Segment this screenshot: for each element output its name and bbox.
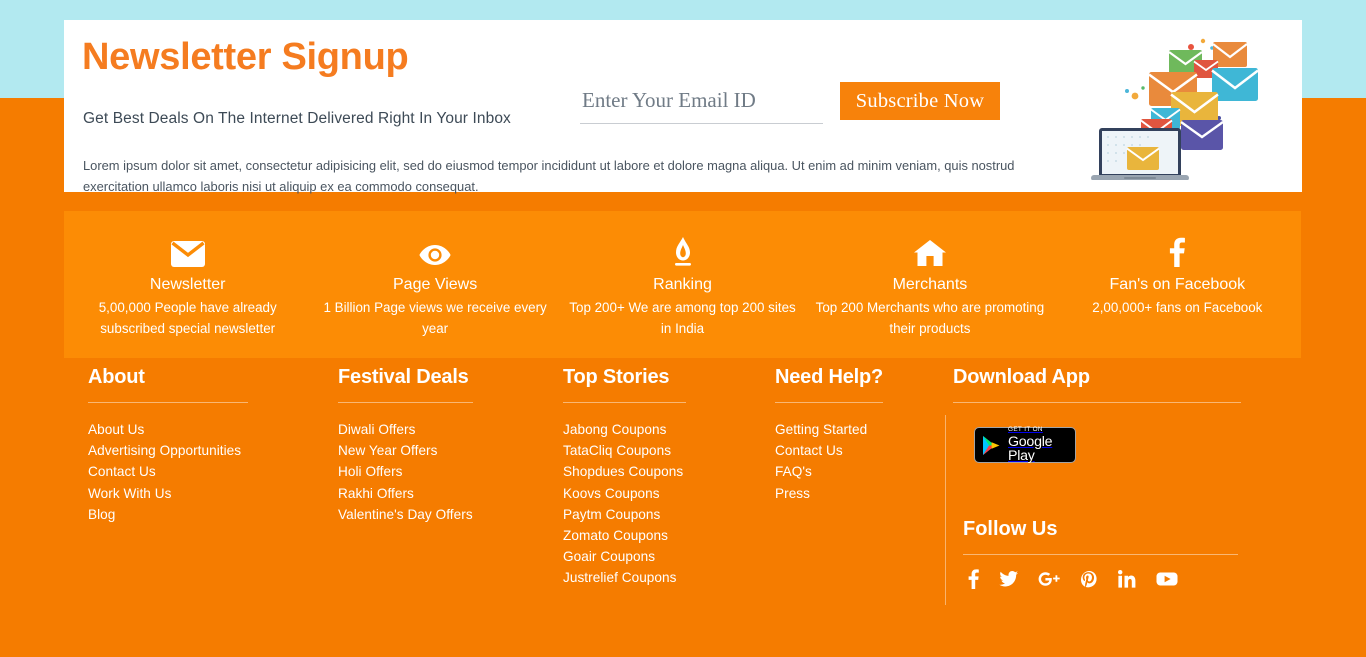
footer: About About Us Advertising Opportunities… <box>0 366 1366 657</box>
stat-title: Newsletter <box>68 275 307 295</box>
footer-link-koovs-coupons[interactable]: Koovs Coupons <box>563 483 758 504</box>
laptop-with-flying-envelopes-illustration <box>1091 30 1291 180</box>
google-plus-icon[interactable] <box>1038 571 1061 587</box>
footer-column-download-app: Download App <box>953 366 1253 419</box>
footer-link-tatacliq-coupons[interactable]: TataCliq Coupons <box>563 440 758 461</box>
home-icon <box>810 237 1049 267</box>
google-play-get-it-on-label: GET IT ON <box>1008 427 1068 433</box>
footer-column-about: About About Us Advertising Opportunities… <box>88 366 318 525</box>
footer-link-zomato-coupons[interactable]: Zomato Coupons <box>563 525 758 546</box>
footer-link-holi-offers[interactable]: Holi Offers <box>338 461 543 482</box>
google-play-label: Google Play <box>1008 435 1068 463</box>
google-play-badge[interactable]: GET IT ON Google Play <box>974 427 1076 463</box>
stat-item-merchants: Merchants Top 200 Merchants who are prom… <box>806 211 1053 358</box>
footer-link-justrelief-coupons[interactable]: Justrelief Coupons <box>563 567 758 588</box>
footer-column-title: Festival Deals <box>338 366 543 402</box>
footer-link-contact-us-help[interactable]: Contact Us <box>775 440 925 461</box>
divider <box>953 402 1241 403</box>
divider <box>963 554 1238 555</box>
stat-item-page-views: Page Views 1 Billion Page views we recei… <box>311 211 558 358</box>
divider <box>88 402 248 403</box>
stat-description: 2,00,000+ fans on Facebook <box>1058 298 1297 319</box>
stat-description: Top 200 Merchants who are promoting thei… <box>810 298 1049 340</box>
stat-item-ranking: Ranking Top 200+ We are among top 200 si… <box>559 211 806 358</box>
footer-link-getting-started[interactable]: Getting Started <box>775 419 925 440</box>
footer-column-title: Top Stories <box>563 366 758 402</box>
divider <box>563 402 686 403</box>
footer-column-top-stories: Top Stories Jabong Coupons TataCliq Coup… <box>563 366 758 589</box>
footer-link-new-year-offers[interactable]: New Year Offers <box>338 440 543 461</box>
facebook-icon <box>1058 237 1297 267</box>
footer-link-blog[interactable]: Blog <box>88 504 318 525</box>
stat-description: 1 Billion Page views we receive every ye… <box>315 298 554 340</box>
flame-icon <box>563 237 802 267</box>
stat-title: Page Views <box>315 275 554 295</box>
stat-title: Merchants <box>810 275 1049 295</box>
stat-item-facebook-fans: Fan's on Facebook 2,00,000+ fans on Face… <box>1054 211 1301 358</box>
youtube-icon[interactable] <box>1156 571 1178 587</box>
page-title: Newsletter Signup <box>82 38 408 78</box>
footer-column-need-help: Need Help? Getting Started Contact Us FA… <box>775 366 925 504</box>
footer-link-contact-us[interactable]: Contact Us <box>88 461 318 482</box>
stat-title: Fan's on Facebook <box>1058 275 1297 295</box>
pinterest-icon[interactable] <box>1081 571 1098 588</box>
footer-link-goair-coupons[interactable]: Goair Coupons <box>563 546 758 567</box>
footer-link-about-us[interactable]: About Us <box>88 419 318 440</box>
follow-us-title: Follow Us <box>963 518 1255 554</box>
footer-link-jabong-coupons[interactable]: Jabong Coupons <box>563 419 758 440</box>
footer-column-title: Need Help? <box>775 366 925 402</box>
stat-description: Top 200+ We are among top 200 sites in I… <box>563 298 802 340</box>
footer-link-diwali-offers[interactable]: Diwali Offers <box>338 419 543 440</box>
stat-item-newsletter: Newsletter 5,00,000 People have already … <box>64 211 311 358</box>
stat-title: Ranking <box>563 275 802 295</box>
google-play-text: GET IT ON Google Play <box>1008 427 1068 463</box>
email-input[interactable] <box>580 82 823 124</box>
google-play-triangle-icon <box>982 435 1001 456</box>
download-column-divider <box>945 415 946 605</box>
eye-icon <box>315 237 554 267</box>
subscribe-button[interactable]: Subscribe Now <box>840 82 1000 120</box>
footer-column-festival-deals: Festival Deals Diwali Offers New Year Of… <box>338 366 543 525</box>
footer-link-advertising[interactable]: Advertising Opportunities <box>88 440 318 461</box>
stat-description: 5,00,000 People have already subscribed … <box>68 298 307 340</box>
newsletter-subtitle: Get Best Deals On The Internet Delivered… <box>83 110 511 128</box>
twitter-icon[interactable] <box>999 571 1018 587</box>
facebook-icon[interactable] <box>968 569 979 589</box>
stats-bar: Newsletter 5,00,000 People have already … <box>64 211 1301 358</box>
linkedin-icon[interactable] <box>1118 570 1136 588</box>
footer-column-title: About <box>88 366 318 402</box>
newsletter-signup-form: Subscribe Now <box>580 82 1000 124</box>
divider <box>775 402 883 403</box>
footer-link-rakhi-offers[interactable]: Rakhi Offers <box>338 483 543 504</box>
footer-link-faqs[interactable]: FAQ's <box>775 461 925 482</box>
newsletter-signup-card: Newsletter Signup Get Best Deals On The … <box>64 20 1302 192</box>
newsletter-description: Lorem ipsum dolor sit amet, consectetur … <box>83 155 1033 198</box>
social-links-row <box>963 569 1255 589</box>
footer-column-title: Download App <box>953 366 1253 402</box>
footer-link-valentines-offers[interactable]: Valentine's Day Offers <box>338 504 543 525</box>
footer-link-shopclues-coupons[interactable]: Shopdues Coupons <box>563 461 758 482</box>
footer-link-paytm-coupons[interactable]: Paytm Coupons <box>563 504 758 525</box>
divider <box>338 402 473 403</box>
footer-link-work-with-us[interactable]: Work With Us <box>88 483 318 504</box>
follow-us-section: Follow Us <box>963 518 1255 589</box>
footer-link-press[interactable]: Press <box>775 483 925 504</box>
envelope-icon <box>68 237 307 267</box>
